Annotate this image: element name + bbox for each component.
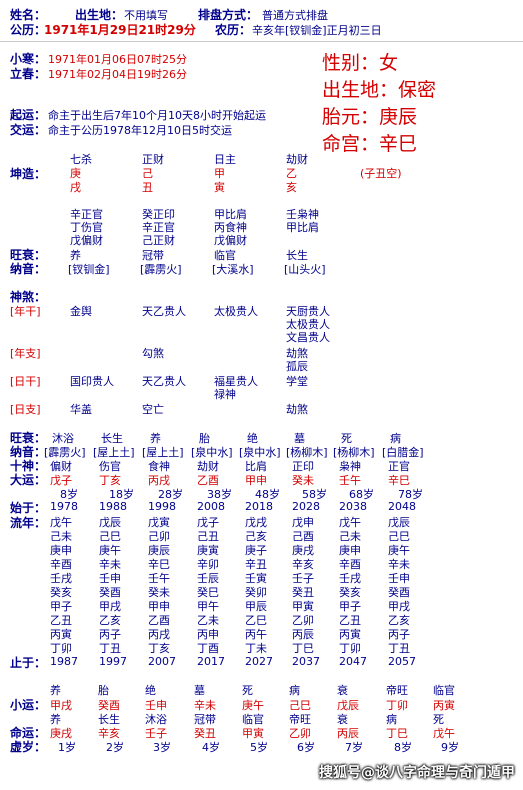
- pillar-nayin: [大溪水]: [212, 263, 254, 276]
- shensha-item: 天乙贵人: [142, 305, 186, 318]
- lichun-label: 立春：: [10, 67, 47, 81]
- pillar-nayin: [霹雳火]: [140, 263, 182, 276]
- xiaoyun-label: 小运：: [10, 698, 47, 712]
- solar-value: 1971年1月29日21时29分: [44, 23, 196, 37]
- xusui-value: 9岁: [441, 741, 459, 754]
- liunian-cell: 丁卯: [50, 642, 72, 655]
- shensha-item: 禄神: [214, 388, 236, 401]
- pillar-zhi: 戌: [70, 181, 81, 194]
- dayun-start-year: 1978: [50, 500, 78, 513]
- pillar-zhi: 丑: [142, 181, 153, 194]
- liunian-label: 流年：: [10, 516, 47, 530]
- dayun-start-year: 2048: [388, 500, 416, 513]
- dayun-start-year: 2018: [245, 500, 273, 513]
- lichun-value: 1971年02月04日19时26分: [48, 68, 187, 81]
- pillar-nayin: [钗钏金]: [68, 263, 110, 276]
- dayun-end-year: 1987: [50, 655, 78, 668]
- dayun-start-year: 2038: [339, 500, 367, 513]
- pillar-zhi: 亥: [286, 181, 297, 194]
- pillar-canggan: 甲比肩: [286, 221, 319, 234]
- lunar-value: 辛亥年[钗钏金]正月初三日: [252, 24, 382, 37]
- shensha-row-label: [年干]: [10, 305, 41, 318]
- nayin-label: 纳音：: [10, 262, 47, 276]
- shensha-item: 劫煞: [286, 403, 308, 416]
- xusui-value: 4岁: [202, 741, 220, 754]
- shensha-item: 太极贵人: [214, 305, 258, 318]
- xiaoyun-top-wangshuai: 死: [242, 684, 253, 697]
- pillar-canggan: 己正财: [142, 234, 175, 247]
- kong-wang: (子丑空): [360, 167, 402, 180]
- xusui-value: 6岁: [297, 741, 315, 754]
- dayun-start-year: 2028: [292, 500, 320, 513]
- xusui-label: 虚岁：: [10, 740, 47, 754]
- dayun-end-year: 2027: [245, 655, 273, 668]
- shensha-item: 天乙贵人: [142, 375, 186, 388]
- liunian-cell: 丁巳: [292, 642, 314, 655]
- dayun-end-year: 2047: [339, 655, 367, 668]
- xiaoyun-top-wangshuai: 胎: [98, 684, 109, 697]
- birthplace-summary: 出生地：保密: [322, 79, 437, 101]
- pillars-label: 坤造：: [10, 167, 47, 181]
- pillar-zhi: 寅: [214, 181, 225, 194]
- liunian-cell: 丁丑: [99, 642, 121, 655]
- xusui-value: 2岁: [106, 741, 124, 754]
- dayun-end-year: 2057: [388, 655, 416, 668]
- xiaohan-value: 1971年01月06日07时25分: [48, 53, 187, 66]
- divider: [0, 41, 523, 42]
- liunian-cell: 丁丑: [388, 642, 410, 655]
- liunian-cell: 丁亥: [148, 642, 170, 655]
- shensha-row-label: [日干]: [10, 375, 41, 388]
- xusui-value: 7岁: [345, 741, 363, 754]
- xusui-value: 1岁: [58, 741, 76, 754]
- dayun-end-year: 1997: [99, 655, 127, 668]
- dayun-end-year: 2017: [197, 655, 225, 668]
- solar-label: 公历：: [10, 23, 47, 37]
- xiaoyun-top-wangshuai: 养: [50, 684, 61, 697]
- dayun-end-year: 2037: [292, 655, 320, 668]
- xiaoyun-top-wangshuai: 绝: [145, 684, 156, 697]
- dayun-label: 大运：: [10, 473, 47, 487]
- xiaoyun-top-wangshuai: 帝旺: [386, 684, 408, 697]
- xiaoyun-top-wangshuai: 临官: [433, 684, 455, 697]
- liunian-cell: 丁未: [245, 642, 267, 655]
- dayun-start-year: 1998: [148, 500, 176, 513]
- xiaoyun-top-wangshuai: 病: [289, 684, 300, 697]
- shensha-item: 勾煞: [142, 347, 164, 360]
- shensha-item: 学堂: [286, 375, 308, 388]
- shensha-item: 金舆: [70, 305, 92, 318]
- method-value: 普通方式排盘: [262, 9, 328, 22]
- dayun-start-year: 1988: [99, 500, 127, 513]
- watermark: 搜狐号@谈八字命理与奇门遁甲: [319, 765, 515, 781]
- qiyun-value: 命主于出生后7年10个月10天8小时开始起运: [48, 109, 266, 122]
- jiaoyun-label: 交运：: [10, 123, 47, 137]
- dayun-end-label: 止于：: [10, 656, 47, 670]
- liunian-cell: 丁卯: [339, 642, 361, 655]
- xiaoyun-top-wangshuai: 衰: [337, 684, 348, 697]
- shensha-item: 华盖: [70, 403, 92, 416]
- xusui-value: 3岁: [153, 741, 171, 754]
- shensha-item: 空亡: [142, 403, 164, 416]
- xusui-value: 5岁: [250, 741, 268, 754]
- xiaoyun-top-wangshuai: 墓: [194, 684, 205, 697]
- lunar-label: 农历：: [215, 23, 252, 37]
- shensha-item: 文昌贵人: [286, 331, 330, 344]
- pillar-canggan: 戊偏财: [214, 234, 247, 247]
- shensha-item: 孤辰: [286, 360, 308, 373]
- liunian-cell: 丁酉: [197, 642, 219, 655]
- gender-summary: 性别：女: [322, 52, 399, 74]
- dayun-start-year: 2008: [197, 500, 225, 513]
- minggong-summary: 命宫：辛巳: [322, 133, 418, 155]
- taiyuan-summary: 胎元：庚辰: [322, 106, 418, 128]
- pillar-canggan: 戊偏财: [70, 234, 103, 247]
- dayun-end-year: 2007: [148, 655, 176, 668]
- xusui-value: 8岁: [394, 741, 412, 754]
- shensha-row-label: [日支]: [10, 403, 41, 416]
- shensha-item: 国印贵人: [70, 375, 114, 388]
- pillar-nayin: [山头火]: [284, 263, 326, 276]
- shensha-row-label: [年支]: [10, 347, 41, 360]
- jiaoyun-value: 命主于公历1978年12月10日5时交运: [48, 124, 232, 137]
